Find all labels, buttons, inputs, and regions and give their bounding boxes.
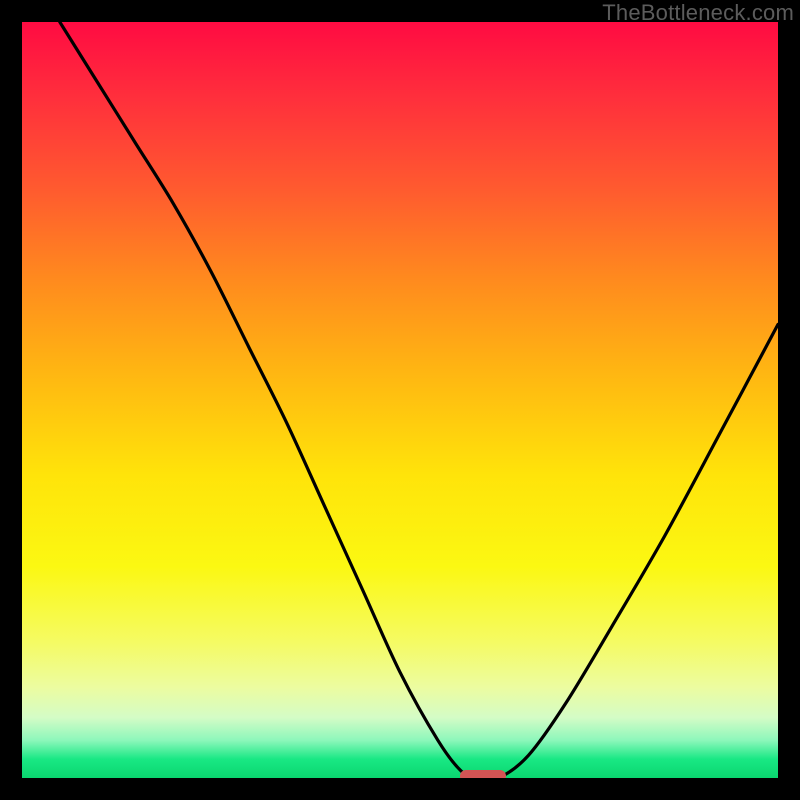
plot-area — [22, 22, 778, 778]
bottleneck-curve — [22, 22, 778, 778]
optimal-marker — [460, 770, 505, 778]
watermark-text: TheBottleneck.com — [602, 0, 794, 26]
chart-frame: TheBottleneck.com — [0, 0, 800, 800]
